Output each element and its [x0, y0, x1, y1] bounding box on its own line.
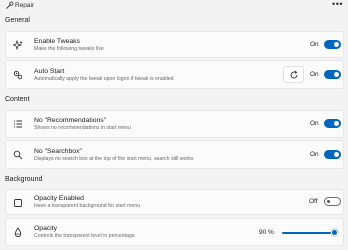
card-no-recommendations: No "Recommendations" Shows no recommenda… — [5, 110, 344, 138]
auto-start-description: Automatically apply the tweak upon logon… — [34, 76, 174, 82]
no-recommendations-description: Shows no recommendations in start menu — [34, 125, 131, 131]
card-auto-start: Auto Start Automatically apply the tweak… — [5, 60, 344, 89]
card-no-searchbox: No "Searchbox" Displays no search box at… — [5, 140, 344, 169]
title-bar: Repair ••• — [0, 0, 348, 12]
opacity-enabled-toggle[interactable] — [324, 197, 341, 206]
refresh-icon — [290, 70, 298, 79]
wrench-icon — [6, 1, 14, 9]
more-icon[interactable]: ••• — [332, 0, 343, 9]
square-icon — [13, 198, 23, 208]
sparkle-icon — [13, 40, 23, 50]
opacity-enabled-description: Have a transparent background for start … — [34, 203, 141, 209]
card-opacity-enabled: Opacity Enabled Have a transparent backg… — [5, 189, 344, 215]
search-icon — [13, 150, 23, 160]
auto-start-state: On — [310, 71, 319, 78]
opacity-slider-track[interactable] — [282, 232, 335, 234]
enable-tweaks-description: Make the following tweaks live — [34, 46, 104, 52]
opacity-slider-thumb[interactable] — [330, 229, 338, 236]
opacity-description: Controls the transparent level in percen… — [34, 233, 135, 239]
card-opacity: Opacity Controls the transparent level i… — [5, 218, 344, 246]
section-general: General — [5, 17, 30, 24]
opacity-icon — [13, 227, 23, 237]
enable-tweaks-title: Enable Tweaks — [34, 38, 80, 45]
list-icon — [13, 119, 23, 129]
no-searchbox-state: On — [310, 151, 319, 158]
opacity-value: 90 % — [259, 229, 274, 236]
section-background: Background — [5, 176, 43, 183]
opacity-title: Opacity — [34, 225, 58, 232]
no-searchbox-toggle[interactable] — [324, 150, 341, 159]
opacity-enabled-state: Off — [309, 198, 318, 205]
refresh-button[interactable] — [283, 66, 304, 83]
no-searchbox-title: No "Searchbox" — [34, 148, 82, 155]
enable-tweaks-toggle[interactable] — [324, 40, 341, 49]
no-recommendations-title: No "Recommendations" — [34, 117, 107, 124]
app-title: Repair — [15, 2, 35, 9]
enable-tweaks-state: On — [310, 41, 319, 48]
card-enable-tweaks: Enable Tweaks Make the following tweaks … — [5, 31, 344, 58]
gears-icon — [13, 70, 23, 80]
no-recommendations-state: On — [310, 120, 319, 127]
auto-start-title: Auto Start — [34, 68, 65, 75]
opacity-enabled-title: Opacity Enabled — [34, 195, 84, 202]
section-content: Content — [5, 96, 30, 103]
no-searchbox-description: Displays no search box at the top of the… — [34, 156, 194, 162]
no-recommendations-toggle[interactable] — [324, 119, 341, 128]
auto-start-toggle[interactable] — [324, 70, 341, 79]
